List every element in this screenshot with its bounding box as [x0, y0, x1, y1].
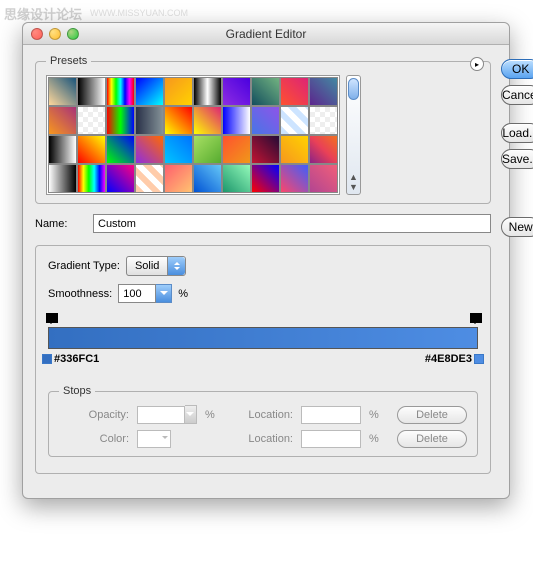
preset-swatch[interactable] — [135, 106, 164, 135]
titlebar: Gradient Editor — [23, 23, 509, 45]
scroll-up-icon[interactable]: ▲ — [349, 172, 358, 182]
right-color-swatch-icon — [474, 354, 484, 364]
preset-swatch[interactable] — [106, 164, 135, 193]
color-location-input — [301, 430, 361, 448]
preset-swatch[interactable] — [309, 106, 338, 135]
opacity-label: Opacity: — [59, 409, 129, 421]
name-label: Name: — [35, 218, 85, 230]
presets-legend: Presets — [46, 55, 91, 67]
preset-swatch[interactable] — [222, 164, 251, 193]
stops-fieldset: Stops Opacity: % Location: % Delete Colo… — [48, 385, 478, 457]
preset-swatch[interactable] — [309, 135, 338, 164]
opacity-loc-pct: % — [369, 409, 389, 421]
scrollbar[interactable]: ▲ ▼ — [346, 75, 361, 195]
save-button[interactable]: Save... — [501, 149, 533, 169]
ok-button[interactable]: OK — [501, 59, 533, 79]
gradient-type-value: Solid — [127, 260, 167, 272]
color-label: Color: — [59, 433, 129, 445]
opacity-location-input — [301, 406, 361, 424]
preset-swatch[interactable] — [164, 135, 193, 164]
preset-swatch[interactable] — [48, 164, 77, 193]
preset-swatch[interactable] — [222, 77, 251, 106]
presets-fieldset: Presets ▸ ▲ ▼ — [35, 55, 491, 204]
preset-swatch[interactable] — [164, 77, 193, 106]
right-color-label: #4E8DE3 — [425, 353, 484, 365]
smoothness-dropdown-icon[interactable] — [156, 284, 172, 303]
preset-swatch[interactable] — [48, 106, 77, 135]
color-loc-pct: % — [369, 433, 389, 445]
stops-legend: Stops — [59, 385, 95, 397]
gradient-ramp[interactable]: #336FC1 #4E8DE3 — [48, 313, 478, 373]
preset-swatch[interactable] — [106, 135, 135, 164]
delete-color-button: Delete — [397, 430, 467, 448]
opacity-location-label: Location: — [233, 409, 293, 421]
window-title: Gradient Editor — [23, 27, 509, 41]
preset-swatch[interactable] — [164, 106, 193, 135]
preset-swatch[interactable] — [193, 106, 222, 135]
preset-swatch[interactable] — [77, 77, 106, 106]
new-button[interactable]: New — [501, 217, 533, 237]
gradient-bar[interactable] — [48, 327, 478, 349]
gradient-editor-window: Gradient Editor Presets ▸ ▲ ▼ — [22, 22, 510, 499]
preset-swatch[interactable] — [164, 164, 193, 193]
opacity-input — [137, 406, 185, 424]
opacity-stop-right[interactable] — [470, 313, 480, 325]
preset-swatch[interactable] — [280, 77, 309, 106]
preset-swatch[interactable] — [309, 164, 338, 193]
opacity-dd-icon — [185, 405, 197, 424]
select-stepper-icon[interactable] — [167, 257, 185, 275]
preset-swatch[interactable] — [280, 164, 309, 193]
preset-swatch[interactable] — [251, 77, 280, 106]
preset-swatch[interactable] — [193, 164, 222, 193]
smoothness-input[interactable] — [118, 284, 156, 303]
name-input[interactable] — [93, 214, 491, 233]
presets-grid — [46, 75, 340, 195]
preset-swatch[interactable] — [135, 135, 164, 164]
watermark-text: 思缘设计论坛 — [4, 4, 82, 23]
gradient-type-select[interactable]: Solid — [126, 256, 186, 276]
left-color-label: #336FC1 — [42, 353, 99, 365]
opacity-pct: % — [205, 409, 225, 421]
left-color-swatch-icon — [42, 354, 52, 364]
preset-swatch[interactable] — [222, 106, 251, 135]
preset-swatch[interactable] — [77, 106, 106, 135]
color-location-label: Location: — [233, 433, 293, 445]
preset-swatch[interactable] — [193, 77, 222, 106]
preset-swatch[interactable] — [251, 135, 280, 164]
preset-swatch[interactable] — [251, 164, 280, 193]
preset-swatch[interactable] — [251, 106, 280, 135]
scroll-down-icon[interactable]: ▼ — [349, 182, 358, 192]
delete-opacity-button: Delete — [397, 406, 467, 424]
preset-swatch[interactable] — [106, 106, 135, 135]
preset-swatch[interactable] — [309, 77, 338, 106]
preset-swatch[interactable] — [48, 135, 77, 164]
smoothness-label: Smoothness: — [48, 288, 112, 300]
preset-swatch[interactable] — [222, 135, 251, 164]
preset-swatch[interactable] — [77, 135, 106, 164]
watermark-url: WWW.MISSYUAN.COM — [90, 8, 188, 18]
smoothness-unit: % — [178, 288, 188, 300]
flyout-icon[interactable]: ▸ — [470, 57, 484, 71]
preset-swatch[interactable] — [135, 164, 164, 193]
opacity-stop-left[interactable] — [46, 313, 56, 325]
scrollbar-thumb[interactable] — [348, 78, 359, 100]
preset-swatch[interactable] — [77, 164, 106, 193]
preset-swatch[interactable] — [48, 77, 77, 106]
preset-swatch[interactable] — [280, 135, 309, 164]
preset-swatch[interactable] — [193, 135, 222, 164]
preset-swatch[interactable] — [280, 106, 309, 135]
preset-swatch[interactable] — [106, 77, 135, 106]
load-button[interactable]: Load... — [501, 123, 533, 143]
gradient-type-label: Gradient Type: — [48, 260, 120, 272]
preset-swatch[interactable] — [135, 77, 164, 106]
cancel-button[interactable]: Cancel — [501, 85, 533, 105]
color-swatch — [137, 430, 171, 448]
gradient-fieldset: Gradient Type: Solid Smoothness: % — [35, 245, 491, 474]
